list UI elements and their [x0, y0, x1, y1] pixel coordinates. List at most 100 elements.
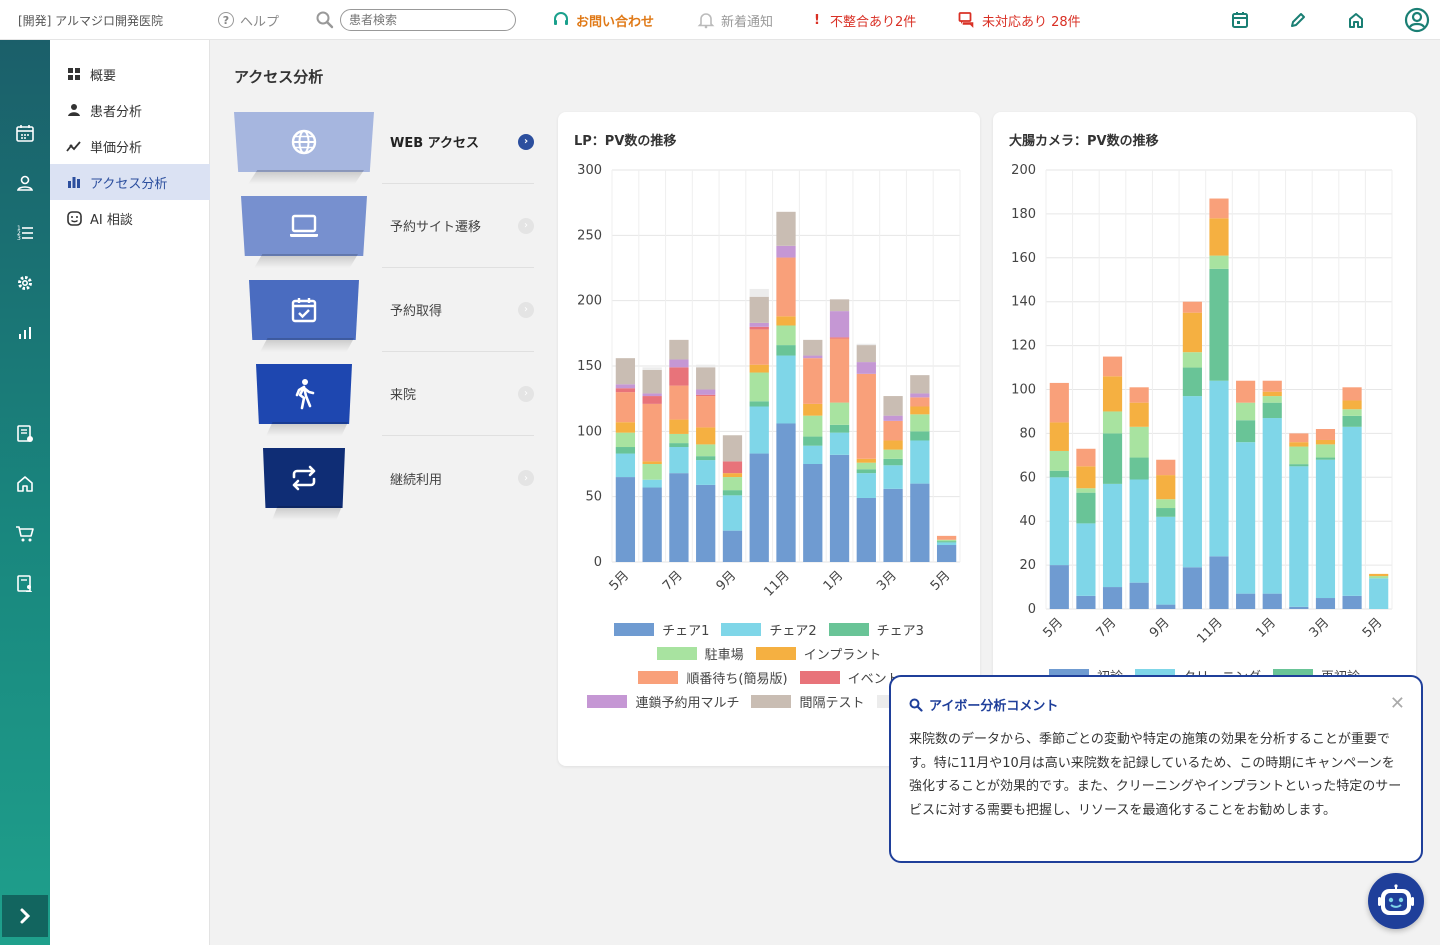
bar-segment[interactable] [1076, 492, 1096, 524]
bar-segment[interactable] [856, 345, 876, 363]
contact-link[interactable]: お問い合わせ [552, 0, 654, 40]
bar-segment[interactable] [1236, 420, 1256, 443]
funnel-label-reservation[interactable]: 予約取得 › [382, 268, 534, 352]
bar-segment[interactable] [1076, 523, 1096, 596]
bar-segment[interactable] [749, 288, 769, 297]
bar-segment[interactable] [910, 483, 930, 562]
bar-segment[interactable] [803, 415, 823, 437]
bar-segment[interactable] [1102, 483, 1123, 588]
bar-segment[interactable] [883, 440, 903, 450]
bar-segment[interactable] [696, 389, 716, 395]
bar-segment[interactable] [910, 414, 930, 432]
report-icon[interactable] [14, 423, 36, 445]
bar-segment[interactable] [856, 497, 876, 562]
bar-segment[interactable] [615, 477, 636, 562]
legend-item[interactable]: 順番待ち(簡易版) [638, 665, 788, 689]
bar-segment[interactable] [1289, 464, 1309, 467]
bar-segment[interactable] [829, 424, 850, 433]
bar-segment[interactable] [1049, 477, 1069, 566]
legend-item[interactable]: インプラント [755, 641, 881, 665]
bar-segment[interactable] [803, 355, 823, 359]
bar-segment[interactable] [883, 465, 903, 489]
bar-segment[interactable] [1129, 479, 1149, 583]
bar-segment[interactable] [829, 402, 850, 425]
bar-segment[interactable] [1182, 301, 1202, 313]
bar-segment[interactable] [1315, 459, 1336, 599]
bar-segment[interactable] [696, 456, 716, 461]
bar-segment[interactable] [615, 358, 636, 385]
bar-segment[interactable] [669, 359, 689, 368]
bar-segment[interactable] [1236, 402, 1256, 421]
bar-segment[interactable] [803, 464, 823, 562]
bar-segment[interactable] [883, 449, 903, 459]
bar-segment[interactable] [1262, 396, 1282, 403]
bar-segment[interactable] [1315, 444, 1336, 458]
legend-item[interactable]: 間隔テスト [751, 689, 865, 713]
bar-segment[interactable] [722, 490, 743, 496]
bar-segment[interactable] [1315, 429, 1336, 440]
bar-chart-icon[interactable] [14, 322, 36, 344]
person-icon[interactable] [14, 172, 36, 194]
bar-segment[interactable] [642, 461, 662, 464]
bar-segment[interactable] [1262, 391, 1282, 397]
bar-segment[interactable] [1049, 565, 1069, 609]
bar-segment[interactable] [642, 487, 662, 562]
bar-segment[interactable] [669, 367, 689, 386]
bar-segment[interactable] [1076, 488, 1096, 493]
bar-segment[interactable] [642, 403, 662, 462]
bar-segment[interactable] [669, 339, 689, 360]
bar-segment[interactable] [776, 245, 796, 258]
bar-segment[interactable] [1156, 499, 1176, 509]
funnel-label-web-access[interactable]: WEB アクセス › [382, 100, 534, 184]
bar-segment[interactable] [1262, 418, 1282, 594]
bar-segment[interactable] [1156, 475, 1176, 500]
bar-segment[interactable] [615, 392, 636, 423]
bar-segment[interactable] [856, 462, 876, 470]
search-input[interactable] [340, 9, 516, 31]
bar-segment[interactable] [856, 343, 876, 346]
bar-segment[interactable] [749, 453, 769, 562]
bar-segment[interactable] [829, 299, 850, 312]
cart-icon[interactable] [14, 523, 36, 545]
bar-segment[interactable] [749, 296, 769, 323]
bar-segment[interactable] [1156, 508, 1176, 517]
legend-item[interactable]: 連鎖予約用マルチ [587, 689, 739, 713]
nav-item-patient-analysis[interactable]: 患者分析 [50, 92, 210, 128]
bar-segment[interactable] [910, 431, 930, 441]
funnel-step-web-access[interactable] [234, 112, 374, 184]
bar-segment[interactable] [856, 473, 876, 498]
bar-segment[interactable] [1262, 380, 1282, 392]
bar-segment[interactable] [1209, 198, 1229, 219]
bar-segment[interactable] [749, 326, 769, 330]
funnel-label-continued-use[interactable]: 継続利用 › [382, 436, 534, 520]
bar-segment[interactable] [1342, 409, 1362, 416]
list-icon[interactable]: 123 [14, 222, 36, 244]
funnel-label-visit[interactable]: 来院 › [382, 352, 534, 436]
bar-segment[interactable] [1102, 433, 1123, 484]
bar-segment[interactable] [856, 469, 876, 474]
bar-segment[interactable] [1129, 457, 1149, 480]
bar-segment[interactable] [936, 541, 957, 543]
bar-segment[interactable] [749, 329, 769, 365]
document-user-icon[interactable] [14, 573, 36, 595]
bar-segment[interactable] [1049, 422, 1069, 451]
bar-segment[interactable] [1182, 367, 1202, 397]
bar-segment[interactable] [615, 422, 636, 433]
bar-segment[interactable] [615, 432, 636, 448]
funnel-step-reservation[interactable] [234, 280, 374, 352]
gear-icon[interactable] [14, 272, 36, 294]
close-icon[interactable]: ✕ [1390, 695, 1405, 713]
bar-segment[interactable] [696, 444, 716, 457]
bar-segment[interactable] [803, 436, 823, 446]
bar-segment[interactable] [776, 423, 796, 562]
bar-segment[interactable] [856, 458, 876, 463]
bar-segment[interactable] [669, 433, 689, 444]
bar-segment[interactable] [1156, 516, 1176, 605]
bar-segment[interactable] [1342, 595, 1362, 609]
bar-segment[interactable] [722, 435, 743, 462]
bar-segment[interactable] [696, 364, 716, 368]
bar-segment[interactable] [776, 257, 796, 317]
nav-item-unit-price[interactable]: 単価分析 [50, 128, 210, 164]
bar-segment[interactable] [1129, 426, 1149, 458]
bar-segment[interactable] [669, 419, 689, 434]
